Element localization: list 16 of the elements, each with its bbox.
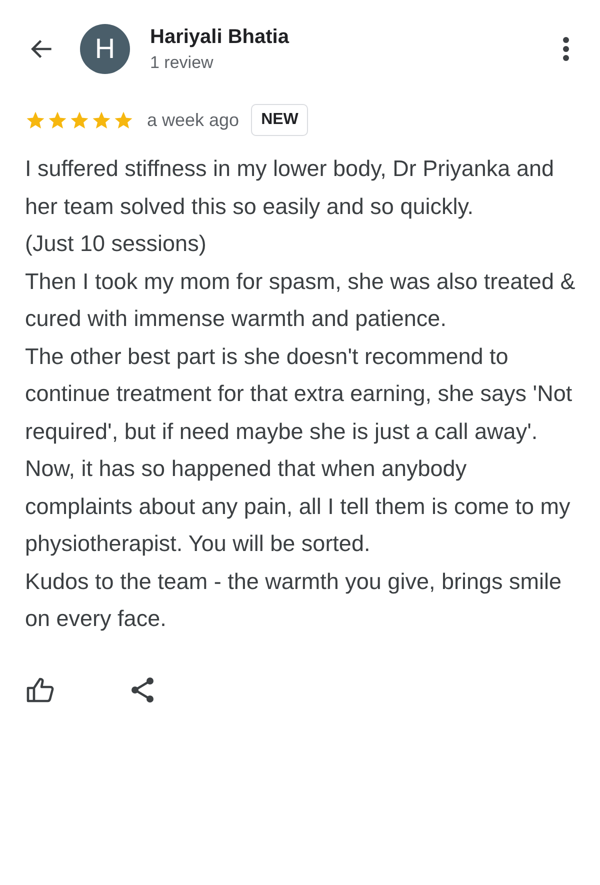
review-text: I suffered stiffness in my lower body, Dr Priyanka and her team solved this so easily and so quickly. bbox=[25, 155, 555, 221]
new-badge: NEW bbox=[251, 104, 308, 136]
star-icon bbox=[25, 110, 46, 130]
star-icon bbox=[47, 110, 68, 130]
review-text: Now, it has so happened that when anybody complaints about any pain, all I tell them is come to my physiotherapist. You will be sorted. bbox=[25, 455, 572, 558]
review-count: 1 review bbox=[150, 52, 214, 72]
star-icon bbox=[91, 110, 112, 130]
star-icon bbox=[69, 110, 90, 130]
review-text: The other best part is she doesn't recommend to continue treatment for that extra earning, she says 'Not required', but if need maybe she is just a call away'. bbox=[25, 342, 574, 446]
review-text: Then I took my mom for spasm, she was also treated & cured with immense warmth and patience. bbox=[25, 268, 576, 333]
reviewer-name: Hariyali Bhatia bbox=[150, 26, 290, 48]
review-text: Kudos to the team - the warmth you give, brings smile on every face. bbox=[25, 568, 562, 633]
review-text: (Just 10 sessions) bbox=[25, 230, 208, 258]
review-time: a week ago bbox=[147, 110, 240, 130]
avatar: H bbox=[80, 24, 130, 74]
star-icon bbox=[113, 110, 134, 130]
